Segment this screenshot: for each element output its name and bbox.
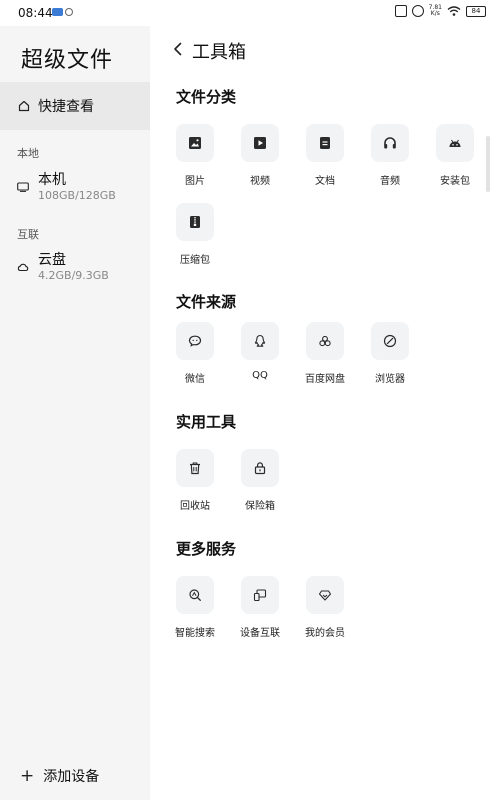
group-title-file-categories: 文件分类 (176, 88, 237, 106)
add-device-label: 添加设备 (43, 769, 100, 785)
qq-icon (254, 334, 266, 347)
tool-label: 回收站 (180, 501, 210, 512)
vibrate-icon (394, 5, 407, 17)
network-speed-unit: K/s (430, 10, 440, 17)
notification-icon (65, 8, 73, 16)
trash-icon (190, 462, 200, 475)
tool-documents[interactable]: 文档 (292, 124, 358, 194)
document-icon (320, 137, 330, 149)
battery-icon: 84 (466, 5, 486, 17)
service-my-membership[interactable]: 我的会员 (292, 576, 358, 646)
tool-label: 安装包 (440, 176, 470, 187)
message-notification-icon (52, 8, 63, 16)
headphones-icon (384, 137, 396, 149)
tool-label: 音频 (380, 176, 400, 187)
cloud-icon (17, 263, 29, 272)
group-title-more-services: 更多服务 (176, 540, 237, 558)
tool-label: 设备互联 (240, 628, 280, 639)
wechat-icon (188, 335, 202, 347)
diamond-icon (318, 590, 332, 601)
video-icon (254, 137, 266, 149)
tool-label: QQ (252, 370, 268, 381)
service-device-interconnect[interactable]: 设备互联 (227, 576, 293, 646)
status-time: 08:44 (18, 6, 53, 20)
tool-label: 图片 (185, 176, 205, 187)
tool-videos[interactable]: 视频 (227, 124, 293, 194)
smart-search-icon (189, 589, 201, 601)
status-icons: 7.81 K/s 84 (394, 5, 486, 17)
storage-capacity: 108GB/128GB (38, 189, 116, 202)
add-device-button[interactable]: + 添加设备 (20, 766, 99, 786)
browser-icon (383, 334, 397, 348)
tool-label: 微信 (185, 374, 205, 385)
tool-label: 保险箱 (245, 501, 275, 512)
sidebar-item-quick-view[interactable]: 快捷查看 (0, 82, 150, 130)
toolbox-panel: 工具箱 文件分类 图片 视频 文档 音频 安装包 压缩包 文件来源 微信 QQ … (150, 26, 500, 800)
storage-capacity: 4.2GB/9.3GB (38, 269, 109, 282)
network-speed: 7.81 K/s (429, 5, 442, 17)
device-icon (17, 182, 29, 192)
source-qq[interactable]: QQ (227, 322, 293, 392)
tool-label: 百度网盘 (305, 374, 345, 385)
home-icon (18, 100, 30, 112)
nfc-icon (411, 5, 424, 17)
app-title: 超级文件 (21, 48, 114, 73)
tool-label: 浏览器 (375, 374, 405, 385)
page-title: 工具箱 (192, 42, 246, 63)
lock-icon (254, 462, 266, 475)
tool-label: 压缩包 (180, 255, 210, 266)
source-baidu-netdisk[interactable]: 百度网盘 (292, 322, 358, 392)
group-title-utilities: 实用工具 (176, 413, 237, 431)
sidebar-item-label: 快捷查看 (38, 99, 94, 115)
wifi-icon (447, 6, 461, 16)
back-button[interactable] (168, 38, 188, 60)
tool-label: 视频 (250, 176, 270, 187)
tool-safe-box[interactable]: 保险箱 (227, 449, 293, 519)
tool-label: 文档 (315, 176, 335, 187)
image-icon (189, 137, 201, 149)
sidebar-item-cloud-drive[interactable]: 云盘 4.2GB/9.3GB (17, 249, 147, 291)
tool-archives[interactable]: 压缩包 (162, 203, 228, 273)
source-browser[interactable]: 浏览器 (357, 322, 423, 392)
group-title-file-sources: 文件来源 (176, 293, 237, 311)
tool-label: 智能搜索 (175, 628, 215, 639)
tool-audio[interactable]: 音频 (357, 124, 423, 194)
devices-icon (253, 589, 267, 602)
archive-icon (190, 216, 200, 228)
tool-label: 我的会员 (305, 628, 345, 639)
tool-recycle-bin[interactable]: 回收站 (162, 449, 228, 519)
storage-name: 云盘 (38, 252, 66, 268)
plus-icon: + (20, 765, 35, 786)
service-smart-search[interactable]: 智能搜索 (162, 576, 228, 646)
section-label-local: 本地 (17, 147, 39, 160)
section-label-interconnect: 互联 (17, 228, 39, 241)
baidu-netdisk-icon (319, 335, 331, 347)
storage-name: 本机 (38, 172, 66, 188)
tool-images[interactable]: 图片 (162, 124, 228, 194)
android-icon (449, 139, 461, 147)
status-bar: 08:44 7.81 K/s 84 (0, 0, 500, 26)
sidebar: 超级文件 快捷查看 本地 本机 108GB/128GB 互联 云盘 4.2GB/… (0, 26, 150, 800)
tool-apk-packages[interactable]: 安装包 (422, 124, 488, 194)
sidebar-item-local-device[interactable]: 本机 108GB/128GB (17, 169, 147, 211)
chevron-left-icon (174, 42, 182, 56)
source-wechat[interactable]: 微信 (162, 322, 228, 392)
